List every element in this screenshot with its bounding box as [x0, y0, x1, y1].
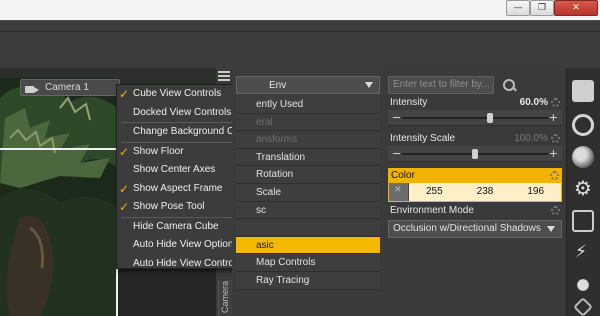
gear-icon[interactable]	[551, 206, 560, 215]
color-label: Color	[391, 170, 415, 181]
environment-mode-value: Occlusion w/Directional Shadows	[393, 223, 541, 234]
gear-icon[interactable]	[551, 98, 560, 107]
color-blue-value[interactable]: 196	[510, 183, 561, 201]
environment-mode-label: Environment Mode	[390, 205, 474, 216]
render-icon[interactable]	[572, 114, 594, 136]
color-green-value[interactable]: 238	[460, 183, 511, 201]
camera-select[interactable]: Camera 1	[20, 79, 120, 96]
plus-icon[interactable]: +	[549, 111, 558, 124]
gear-icon[interactable]	[551, 134, 560, 143]
panel-options-icon[interactable]	[218, 70, 230, 82]
property-group-list: ently Used eral ansforms Translation Rotatio…	[236, 96, 380, 290]
app-menu-bar	[0, 20, 600, 68]
property-group-item[interactable]: ansforms	[236, 131, 380, 149]
menu-item-label: Docked View Controls	[133, 106, 232, 118]
camera-label: Camera 1	[45, 82, 89, 93]
settings-icon[interactable]	[572, 176, 594, 200]
chevron-down-icon	[365, 82, 373, 88]
aspect-frame	[0, 148, 118, 316]
intensity-slider-knob[interactable]	[486, 113, 493, 123]
property-group-item[interactable]: Scale	[236, 183, 380, 202]
side-tab-label: Camera	[220, 280, 231, 314]
color-red-value[interactable]: 255	[409, 183, 460, 201]
property-group-item[interactable]	[236, 219, 380, 237]
plus-icon[interactable]: +	[549, 147, 558, 160]
filter-input[interactable]: Enter text to filter by...	[388, 76, 494, 94]
minimize-button[interactable]: —	[506, 0, 530, 16]
checkmark-icon: ✓	[119, 200, 130, 214]
camera-side-tab[interactable]: Camera	[218, 280, 232, 316]
minus-icon[interactable]: −	[392, 111, 401, 124]
intensity-scale-property[interactable]: Intensity Scale 100.0% − +	[388, 132, 562, 162]
menu-item-label: Show Aspect Frame	[133, 182, 223, 194]
camera-icon	[25, 83, 39, 93]
menu-item-label: Show Center Axes	[133, 164, 216, 175]
property-group-item[interactable]: eral	[236, 113, 380, 132]
gear-icon[interactable]	[550, 171, 559, 180]
surface-icon[interactable]	[572, 146, 594, 168]
menu-item-label: Show Pose Tool	[133, 201, 205, 212]
property-group-item[interactable]: Rotation	[236, 166, 380, 184]
intensity-slider[interactable]: − +	[388, 110, 562, 126]
maximize-button[interactable]: ❐	[530, 0, 554, 16]
checkmark-icon: ✓	[119, 181, 130, 196]
menu-item-label: Show Floor	[133, 145, 184, 157]
intensity-scale-slider-knob[interactable]	[472, 149, 478, 159]
environment-node-select[interactable]: Env	[236, 76, 380, 94]
menu-item-label: Auto Hide View Controls	[133, 257, 242, 269]
intensity-label: Intensity	[390, 97, 428, 108]
menu-item-label: Cube View Controls	[133, 88, 222, 99]
menu-item-label: Auto Hide View Options	[133, 239, 239, 250]
edit-icon[interactable]	[572, 210, 594, 232]
window-title-bar: — ❐ ✕	[0, 0, 600, 20]
property-group-item[interactable]: Ray Tracing	[236, 271, 380, 290]
property-group-item[interactable]: Translation	[236, 148, 380, 167]
color-swatch[interactable]	[389, 183, 409, 201]
chevron-down-icon	[547, 226, 555, 232]
environment-mode-select[interactable]: Occlusion w/Directional Shadows	[388, 220, 562, 238]
minus-icon[interactable]: −	[392, 147, 401, 160]
checkmark-icon: ✓	[119, 87, 130, 101]
pose-icon[interactable]	[572, 242, 594, 264]
color-property[interactable]: Color 255 238 196	[388, 168, 562, 202]
property-group-item[interactable]: Map Controls	[236, 254, 380, 272]
property-group-item[interactable]: sc	[236, 201, 380, 220]
environment-node-value: Env	[269, 79, 287, 91]
property-group-item[interactable]: asic	[236, 236, 380, 255]
intensity-property[interactable]: Intensity 60.0% − +	[388, 96, 562, 126]
target-icon[interactable]	[572, 274, 594, 296]
property-group-item[interactable]: ently Used	[236, 96, 380, 114]
intensity-scale-label: Intensity Scale	[390, 133, 456, 144]
search-icon[interactable]	[498, 76, 522, 94]
menu-item-label: Hide Camera Cube	[133, 220, 219, 232]
close-button[interactable]: ✕	[554, 0, 598, 16]
intensity-scale-slider[interactable]: − +	[388, 146, 562, 162]
checkmark-icon: ✓	[119, 144, 130, 159]
environment-mode-property[interactable]: Environment Mode Occlusion w/Directional…	[388, 204, 562, 238]
layout-icon[interactable]	[572, 80, 594, 102]
